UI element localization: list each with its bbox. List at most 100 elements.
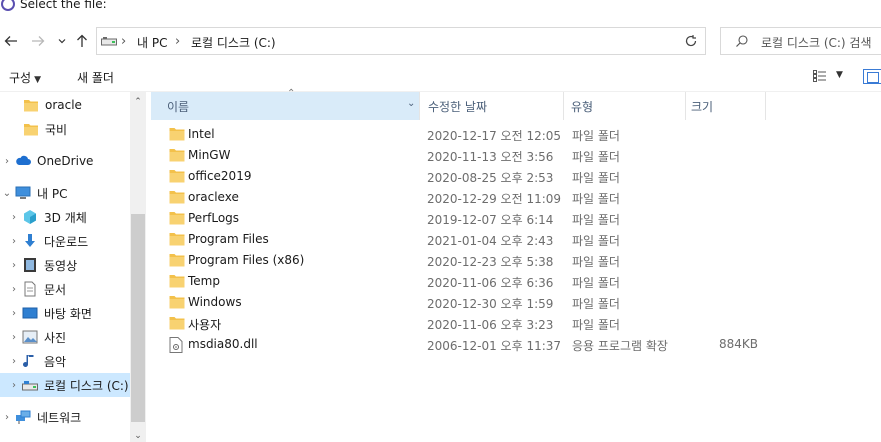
scroll-down-icon[interactable]: ⌄ [130,428,146,442]
file-date: 2020-12-29 오전 11:09 [427,192,562,206]
column-divider[interactable] [765,92,766,120]
expand-arrow-icon[interactable]: › [8,332,20,343]
file-date: 2020-11-13 오전 3:56 [427,150,554,164]
nav-scrollbar[interactable]: ⌃ ⌄ [130,92,146,442]
folder-icon [169,211,185,225]
desktop-icon [22,307,38,319]
column-type-label: 유형 [571,99,594,114]
dll-file-icon [169,337,185,353]
file-row[interactable]: Intel 2020-12-17 오전 12:05 파일 폴더 [151,124,881,145]
file-type: 파일 폴더 [572,150,620,164]
file-row[interactable]: 사용자 2020-11-06 오후 3:23 파일 폴더 [151,313,881,334]
file-row[interactable]: Program Files (x86) 2020-12-23 오후 5:38 파일 … [151,250,881,271]
picture-icon [22,330,38,344]
expand-arrow-icon[interactable]: › [1,412,13,423]
file-type: 파일 폴더 [572,129,620,143]
scroll-thumb[interactable] [131,214,145,422]
organize-button[interactable]: 구성 ▼ [9,69,41,86]
collapse-arrow-icon[interactable]: ⌄ [1,188,13,199]
expand-arrow-icon[interactable]: › [8,212,20,223]
cloud-icon [16,155,31,165]
file-type: 파일 폴더 [572,255,620,269]
refresh-button[interactable] [676,27,706,55]
expand-arrow-icon[interactable]: › [1,156,13,167]
column-header-name[interactable]: 이름 ⌃ ⌄ [151,88,419,120]
file-name: Program Files [188,232,269,246]
expand-arrow-icon[interactable]: › [8,356,20,367]
column-header-date[interactable]: 수정한 날짜 [412,92,556,120]
nav-item-desktop[interactable]: › 바탕 화면 [0,301,130,325]
nav-item-label: 네트워크 [37,410,82,425]
column-header-size[interactable]: 크기 [675,92,765,120]
address-bar[interactable]: › 내 PC › 로컬 디스크 (C:) [96,27,759,55]
view-options-icon[interactable] [813,70,827,82]
column-header-type[interactable]: 유형 [555,92,685,120]
file-row[interactable]: msdia80.dll 2006-12-01 오후 11:37 응용 프로그램 확장… [151,334,881,355]
sort-ascending-icon: ⌃ [287,88,296,99]
breadcrumb-my-pc[interactable]: 내 PC [137,34,167,51]
nav-item-label: oracle [45,98,82,112]
search-icon [736,35,748,47]
file-name: Intel [188,127,215,141]
file-type: 파일 폴더 [572,276,620,290]
nav-item-network[interactable]: › 네트워크 [0,405,130,429]
search-input[interactable]: 로컬 디스크 (C:) 검색 [720,27,881,55]
nav-item-music[interactable]: › 음악 [0,349,130,373]
nav-item-gukbi[interactable]: 국비 [0,117,130,141]
up-arrow-icon[interactable] [73,32,91,50]
video-icon [24,258,36,272]
file-row[interactable]: oraclexe 2020-12-29 오전 11:09 파일 폴더 [151,187,881,208]
breadcrumb-separator[interactable]: › [175,34,180,49]
file-name: MinGW [188,148,231,162]
file-row[interactable]: PerfLogs 2019-12-07 오후 6:14 파일 폴더 [151,208,881,229]
view-dropdown-icon[interactable]: ▼ [836,70,843,80]
nav-item-onedrive[interactable]: › OneDrive [0,149,130,173]
preview-pane-icon[interactable] [863,69,881,84]
breadcrumb-local-disk[interactable]: 로컬 디스크 (C:) [191,34,276,51]
file-name: msdia80.dll [188,337,258,351]
file-date: 2020-11-06 오후 3:23 [427,318,554,332]
title-bar: Select the file: [0,0,881,14]
new-folder-button[interactable]: 새 폴더 [77,69,114,86]
nav-item-3d-objects[interactable]: › 3D 개체 [0,205,130,229]
folder-icon [169,232,185,246]
nav-item-downloads[interactable]: › 다운로드 [0,229,130,253]
chevron-down-icon[interactable] [53,32,71,50]
column-size-label: 크기 [691,99,714,114]
music-icon [23,355,34,367]
file-size: 884KB [718,337,758,351]
expand-arrow-icon[interactable]: › [8,236,20,247]
file-type: 파일 폴더 [572,318,620,332]
file-type: 응용 프로그램 확장 [572,339,668,353]
nav-item-pictures[interactable]: › 사진 [0,325,130,349]
folder-icon [24,124,38,136]
file-date: 2020-11-06 오후 6:36 [427,276,554,290]
nav-item-documents[interactable]: › 문서 [0,277,130,301]
forward-arrow-icon[interactable] [29,32,47,50]
expand-arrow-icon[interactable]: › [8,380,20,391]
command-bar: 구성 ▼ 새 폴더 ▼ [0,62,881,92]
file-row[interactable]: Temp 2020-11-06 오후 6:36 파일 폴더 [151,271,881,292]
file-row[interactable]: office2019 2020-08-25 오후 2:53 파일 폴더 [151,166,881,187]
breadcrumb-separator[interactable]: › [121,34,126,49]
nav-item-label: 내 PC [37,186,68,201]
nav-item-my-pc[interactable]: ⌄ 내 PC [0,181,130,205]
file-name: Temp [188,274,220,288]
nav-item-oracle[interactable]: oracle [0,93,130,117]
expand-arrow-icon[interactable]: › [8,308,20,319]
refresh-icon [685,35,696,47]
back-arrow-icon[interactable] [2,32,20,50]
scroll-up-icon[interactable]: ⌃ [130,94,146,110]
folder-icon [169,295,185,309]
file-row[interactable]: MinGW 2020-11-13 오전 3:56 파일 폴더 [151,145,881,166]
file-date: 2020-12-23 오후 5:38 [427,255,554,269]
expand-arrow-icon[interactable]: › [8,284,20,295]
nav-item-label: 문서 [44,282,67,297]
network-icon [16,410,31,424]
organize-label: 구성 [9,71,32,85]
expand-arrow-icon[interactable]: › [8,260,20,271]
nav-item-local-disk[interactable]: › 로컬 디스크 (C:) [0,373,130,397]
file-row[interactable]: Program Files 2021-01-04 오후 2:43 파일 폴더 [151,229,881,250]
nav-item-videos[interactable]: › 동영상 [0,253,130,277]
file-row[interactable]: Windows 2020-12-30 오후 1:59 파일 폴더 [151,292,881,313]
